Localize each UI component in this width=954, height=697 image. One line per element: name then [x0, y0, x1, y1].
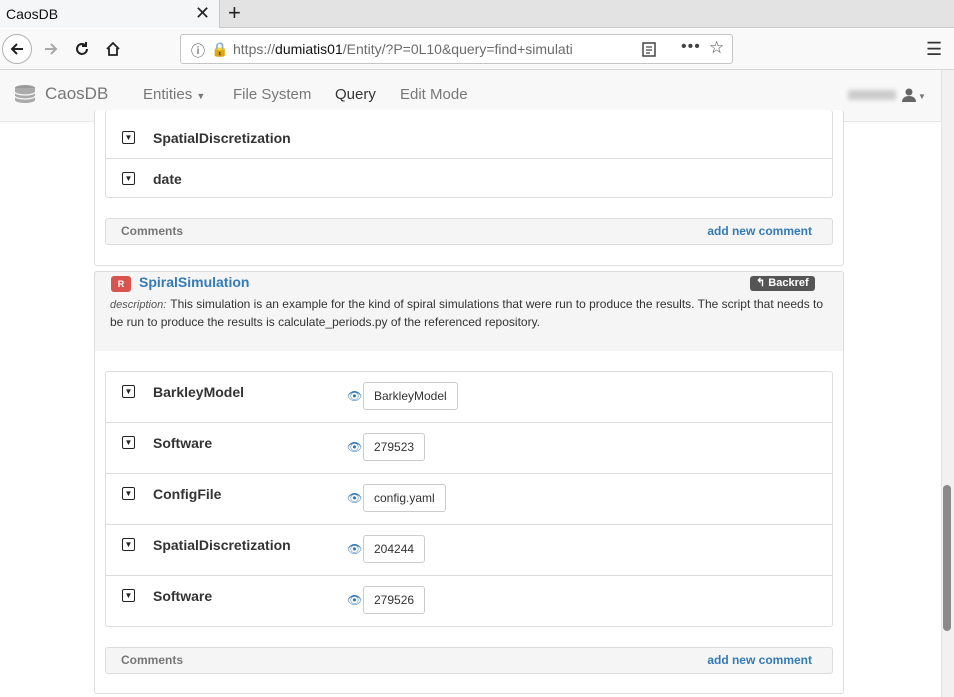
tab-title: CaosDB: [6, 6, 59, 22]
property-row: ▼ date: [106, 159, 832, 197]
user-icon: [902, 88, 916, 103]
nav-file-system[interactable]: File System: [233, 86, 311, 103]
caret-down-icon: ▼: [918, 92, 926, 101]
url-text[interactable]: https://dumiatis01/Entity/?P=0L10&query=…: [233, 41, 633, 57]
home-icon: [106, 41, 120, 56]
description-text: This simulation is an example for the ki…: [110, 297, 824, 329]
backref-button[interactable]: ↰ Backref: [750, 276, 815, 291]
browser-toolbar: ⓘ 🔒 https://dumiatis01/Entity/?P=0L10&qu…: [0, 29, 954, 70]
url-host: dumiatis01: [275, 41, 343, 57]
property-name: SpatialDiscretization: [153, 537, 291, 553]
nav-edit-mode[interactable]: Edit Mode: [400, 86, 468, 103]
property-value[interactable]: BarkleyModel: [363, 382, 458, 410]
forward-button[interactable]: [36, 34, 66, 64]
url-bar[interactable]: ⓘ 🔒 https://dumiatis01/Entity/?P=0L10&qu…: [180, 34, 733, 64]
lock-warning-icon[interactable]: 🔒: [211, 41, 228, 58]
eye-icon[interactable]: 👁: [347, 440, 362, 454]
reader-view-icon[interactable]: [642, 42, 656, 57]
collapse-caret-icon[interactable]: ▼: [122, 385, 135, 398]
property-name: SpatialDiscretization: [153, 130, 291, 146]
entity-name-link[interactable]: SpiralSimulation: [139, 274, 249, 290]
database-icon: [14, 85, 36, 103]
browser-tab[interactable]: CaosDB ✕: [0, 0, 220, 28]
property-value[interactable]: 279523: [363, 433, 426, 461]
properties-list: ▼ BarkleyModel 👁 BarkleyModel ▼ Software…: [105, 371, 833, 627]
backref-label: Backref: [768, 277, 809, 289]
user-menu[interactable]: ▼: [848, 86, 926, 103]
eye-icon[interactable]: 👁: [347, 542, 362, 556]
description-label: description:: [110, 299, 167, 311]
collapse-caret-icon[interactable]: ▼: [122, 589, 135, 602]
property-row: ▼ BarkleyModel 👁 BarkleyModel: [106, 372, 832, 423]
entity-header: R SpiralSimulation ↰ Backref description…: [94, 271, 844, 351]
property-value[interactable]: 204244: [363, 535, 426, 563]
url-prefix: https://: [233, 41, 276, 57]
property-row: ▼ Software 👁 279523: [106, 423, 832, 474]
close-tab-icon[interactable]: ✕: [195, 3, 210, 23]
arrow-right-icon: [45, 43, 58, 55]
reload-button[interactable]: [67, 34, 97, 64]
property-value[interactable]: 279526: [363, 586, 426, 614]
collapse-caret-icon[interactable]: ▼: [122, 436, 135, 449]
reload-icon: [76, 42, 88, 55]
eye-icon[interactable]: 👁: [347, 389, 362, 403]
property-name: Software: [153, 588, 213, 604]
property-row: ▼ SpatialDiscretization 👁 204244: [106, 525, 832, 576]
comments-bar: Comments add new comment: [105, 647, 833, 674]
brand[interactable]: CaosDB: [13, 84, 108, 104]
eye-icon[interactable]: 👁: [347, 491, 362, 505]
page-actions-icon[interactable]: •••: [681, 38, 701, 56]
comments-label: Comments: [121, 224, 184, 238]
scrollbar-thumb[interactable]: [943, 485, 951, 631]
collapse-caret-icon[interactable]: ▼: [122, 538, 135, 551]
properties-list-previous: ▼ SpatialDiscretization ▼ date: [105, 110, 833, 198]
property-name: Software: [153, 435, 213, 451]
property-row: ▼ Software 👁 279526: [106, 576, 832, 626]
nav-entities-dropdown[interactable]: Entities ▼: [143, 86, 205, 103]
nav-query[interactable]: Query: [335, 86, 376, 103]
home-button[interactable]: [98, 34, 128, 64]
property-name: BarkleyModel: [153, 384, 245, 400]
role-badge: R: [111, 276, 131, 292]
hamburger-menu-icon[interactable]: ☰: [926, 39, 942, 60]
username-blurred: [848, 90, 896, 101]
new-tab-icon[interactable]: +: [228, 1, 241, 25]
browser-tabbar: CaosDB ✕ +: [0, 0, 954, 28]
property-name: ConfigFile: [153, 486, 222, 502]
reply-arrow-icon: ↰: [756, 277, 766, 289]
property-value[interactable]: config.yaml: [363, 484, 446, 512]
arrow-left-icon: [10, 43, 23, 55]
comments-bar: Comments add new comment: [105, 218, 833, 245]
property-row: ▼ ConfigFile 👁 config.yaml: [106, 474, 832, 525]
info-icon[interactable]: ⓘ: [191, 41, 205, 61]
add-comment-link[interactable]: add new comment: [707, 224, 812, 238]
url-path: /Entity/?P=0L10&query=find+simulati: [342, 41, 573, 57]
entity-description: description: This simulation is an exampl…: [110, 296, 835, 331]
brand-name: CaosDB: [45, 84, 109, 103]
nav-entities-label: Entities: [143, 86, 193, 103]
back-button[interactable]: [2, 34, 32, 64]
comments-label: Comments: [121, 653, 184, 667]
collapse-caret-icon[interactable]: ▼: [122, 131, 135, 144]
collapse-caret-icon[interactable]: ▼: [122, 487, 135, 500]
add-comment-link[interactable]: add new comment: [707, 653, 812, 667]
property-name: date: [153, 171, 182, 187]
caret-down-icon: ▼: [196, 91, 206, 101]
collapse-caret-icon[interactable]: ▼: [122, 172, 135, 185]
property-row: ▼ SpatialDiscretization: [106, 110, 832, 159]
eye-icon[interactable]: 👁: [347, 593, 362, 607]
bookmark-star-icon[interactable]: ☆: [709, 38, 724, 58]
